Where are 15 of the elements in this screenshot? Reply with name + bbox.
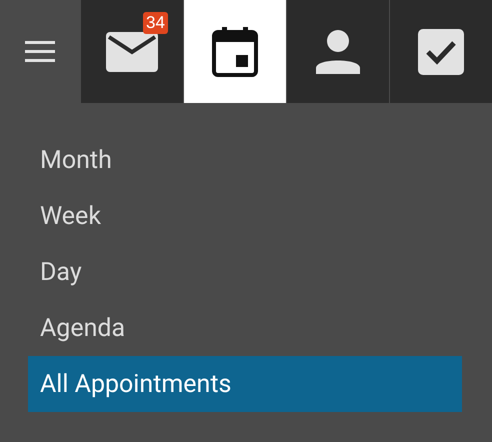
view-menu-item[interactable]: Day <box>28 244 462 300</box>
checkbox-icon <box>418 28 464 74</box>
view-menu-item[interactable]: Week <box>28 188 462 244</box>
menu-icon <box>25 40 55 62</box>
view-menu-item[interactable]: Agenda <box>28 300 462 356</box>
nav-tab[interactable] <box>287 0 389 103</box>
nav-tab[interactable] <box>390 0 492 103</box>
person-icon <box>316 30 360 74</box>
nav-tab[interactable] <box>184 0 286 103</box>
view-menu-item[interactable]: All Appointments <box>28 356 462 412</box>
calendar-icon <box>212 26 258 76</box>
view-menu-item[interactable]: Month <box>28 132 462 188</box>
envelope-icon <box>106 32 158 72</box>
unread-count-badge: 34 <box>143 12 168 34</box>
nav-tab[interactable]: 34 <box>81 0 183 103</box>
